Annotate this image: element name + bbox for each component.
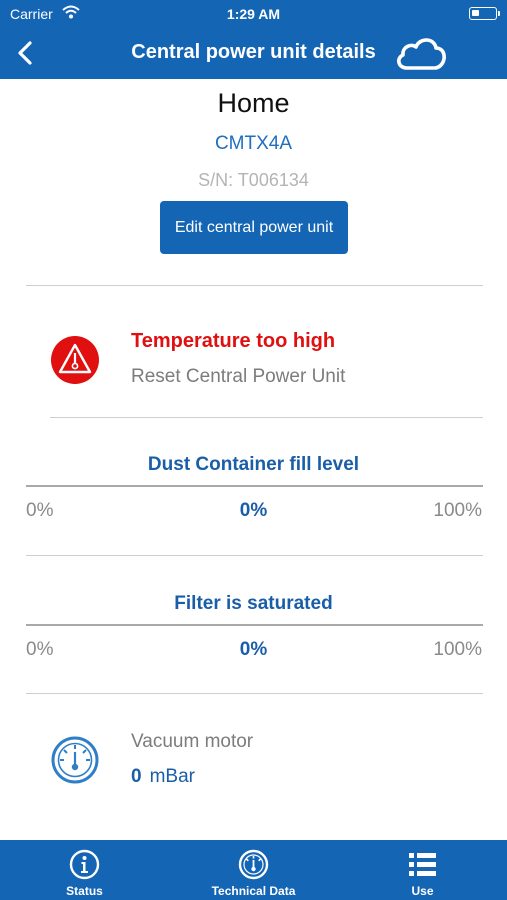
- vacuum-motor-unit: mBar: [149, 766, 195, 787]
- status-bar: Carrier 1:29 AM: [0, 0, 507, 28]
- tab-status-label: Status: [66, 884, 103, 898]
- filter-max-label: 100%: [433, 639, 482, 660]
- dust-fill-value: 0%: [239, 500, 268, 521]
- filter-status-title: Filter is saturated: [174, 593, 333, 614]
- tab-technical-data-label: Technical Data: [211, 884, 296, 898]
- divider: [26, 555, 483, 556]
- divider: [50, 417, 483, 418]
- unit-model: CMTX4A: [214, 133, 293, 154]
- gauge-icon: [238, 849, 269, 880]
- filter-fill-value: 0%: [239, 639, 268, 660]
- dust-level-track: [26, 485, 483, 487]
- gauge-icon: [51, 736, 99, 784]
- tab-use-label: Use: [411, 884, 434, 898]
- vacuum-motor-value: 0: [131, 766, 142, 787]
- dust-max-label: 100%: [433, 500, 482, 521]
- unit-details-content: Home CMTX4A S/N: T006134 Edit central po…: [0, 79, 507, 840]
- divider: [26, 285, 483, 286]
- temperature-warning-icon: [51, 336, 99, 384]
- tab-use[interactable]: Use: [338, 840, 507, 900]
- tab-status[interactable]: Status: [0, 840, 169, 900]
- navigation-bar: Central power unit details: [0, 28, 507, 79]
- vacuum-motor-reading: 0 mBar: [131, 766, 195, 788]
- battery-level-fill: [472, 10, 479, 16]
- divider: [26, 693, 483, 694]
- unit-serial-number: S/N: T006134: [198, 170, 309, 190]
- info-icon: [69, 849, 100, 880]
- filter-level-track: [26, 624, 483, 626]
- warning-title: Temperature too high: [131, 330, 336, 352]
- tab-technical-data[interactable]: Technical Data: [169, 840, 338, 900]
- dust-container-title: Dust Container fill level: [147, 454, 360, 475]
- vacuum-motor-label: Vacuum motor: [131, 731, 254, 752]
- unit-name: Home: [217, 88, 290, 118]
- list-icon: [409, 853, 436, 876]
- edit-central-power-unit-button[interactable]: Edit central power unit: [160, 201, 348, 254]
- tab-bar: Status Technical Data Use: [0, 840, 507, 900]
- battery-icon: [469, 7, 500, 20]
- warning-subtitle: Reset Central Power Unit: [131, 366, 346, 387]
- clock-time: 1:29 AM: [226, 6, 281, 22]
- cloud-icon[interactable]: [393, 33, 449, 73]
